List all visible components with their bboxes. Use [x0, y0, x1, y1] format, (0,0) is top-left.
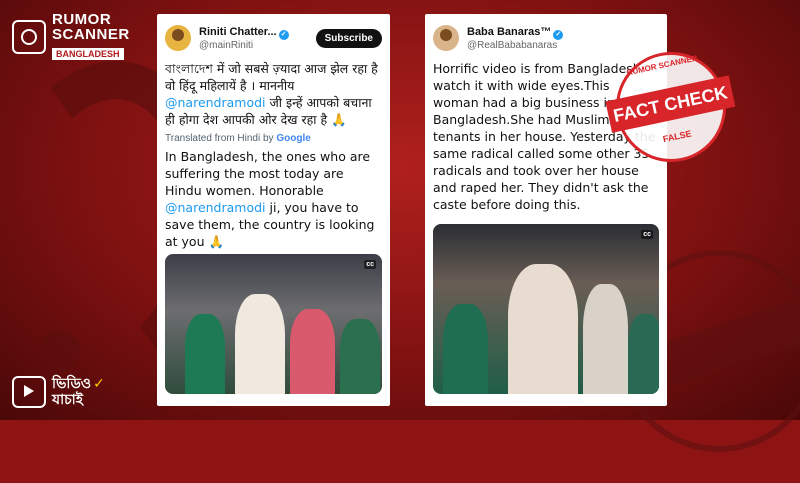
check-icon: ✓ — [93, 376, 105, 392]
video-verify-logo: ভিডিও ✓ যাচাই — [12, 376, 105, 408]
video-brand-line2: যাচাই — [52, 392, 84, 408]
google-label: Google — [276, 133, 311, 144]
captions-icon[interactable]: cc — [364, 260, 376, 269]
mention-link[interactable]: @narendramodi — [165, 200, 266, 215]
tweet-header: Riniti Chatter... ✓ @mainRiniti Subscribe — [157, 14, 390, 54]
author-name[interactable]: Baba Banaras™ ✓ — [467, 26, 659, 40]
author-name[interactable]: Riniti Chatter... ✓ — [199, 26, 316, 40]
mention-link[interactable]: @narendramodi — [165, 95, 266, 110]
tweet-body: বাংলাদেশ में जो सबसे ज़्यादा आज झेल रहा … — [157, 54, 390, 250]
original-text: বাংলাদেশ में जो सबसे ज़्यादा आज झेल रहा … — [165, 61, 378, 127]
author-handle[interactable]: @RealBababanaras — [467, 40, 659, 51]
rumor-scanner-logo: RUMOR SCANNER BANGLADESH — [12, 12, 130, 61]
brand-subtitle: BANGLADESH — [52, 48, 124, 60]
captions-icon[interactable]: cc — [641, 230, 653, 239]
background-question-dot — [40, 330, 80, 370]
subscribe-button[interactable]: Subscribe — [315, 28, 382, 48]
verified-icon: ✓ — [278, 29, 289, 40]
avatar[interactable] — [433, 25, 459, 51]
brand-line2: SCANNER — [52, 26, 130, 43]
author-handle[interactable]: @mainRiniti — [199, 40, 316, 51]
video-brand-line1: ভিডিও ✓ — [52, 376, 105, 392]
avatar[interactable] — [165, 25, 191, 51]
tweet-header: Baba Banaras™ ✓ @RealBababanaras — [425, 14, 667, 54]
tweet-card-1[interactable]: Riniti Chatter... ✓ @mainRiniti Subscribe… — [157, 14, 390, 406]
brand-line1: RUMOR — [52, 11, 112, 28]
translated-text: In Bangladesh, the ones who are sufferin… — [165, 149, 375, 249]
translation-note: Translated from Hindi by Google — [165, 133, 311, 144]
fact-check-false-stamp: RUMOR SCANNER FACT CHECK FALSE — [605, 41, 737, 173]
scanner-icon — [12, 19, 46, 54]
tweet-video[interactable]: cc — [433, 224, 659, 394]
verified-icon: ✓ — [553, 29, 564, 40]
play-icon — [12, 376, 46, 408]
tweet-video[interactable]: cc — [165, 254, 382, 394]
